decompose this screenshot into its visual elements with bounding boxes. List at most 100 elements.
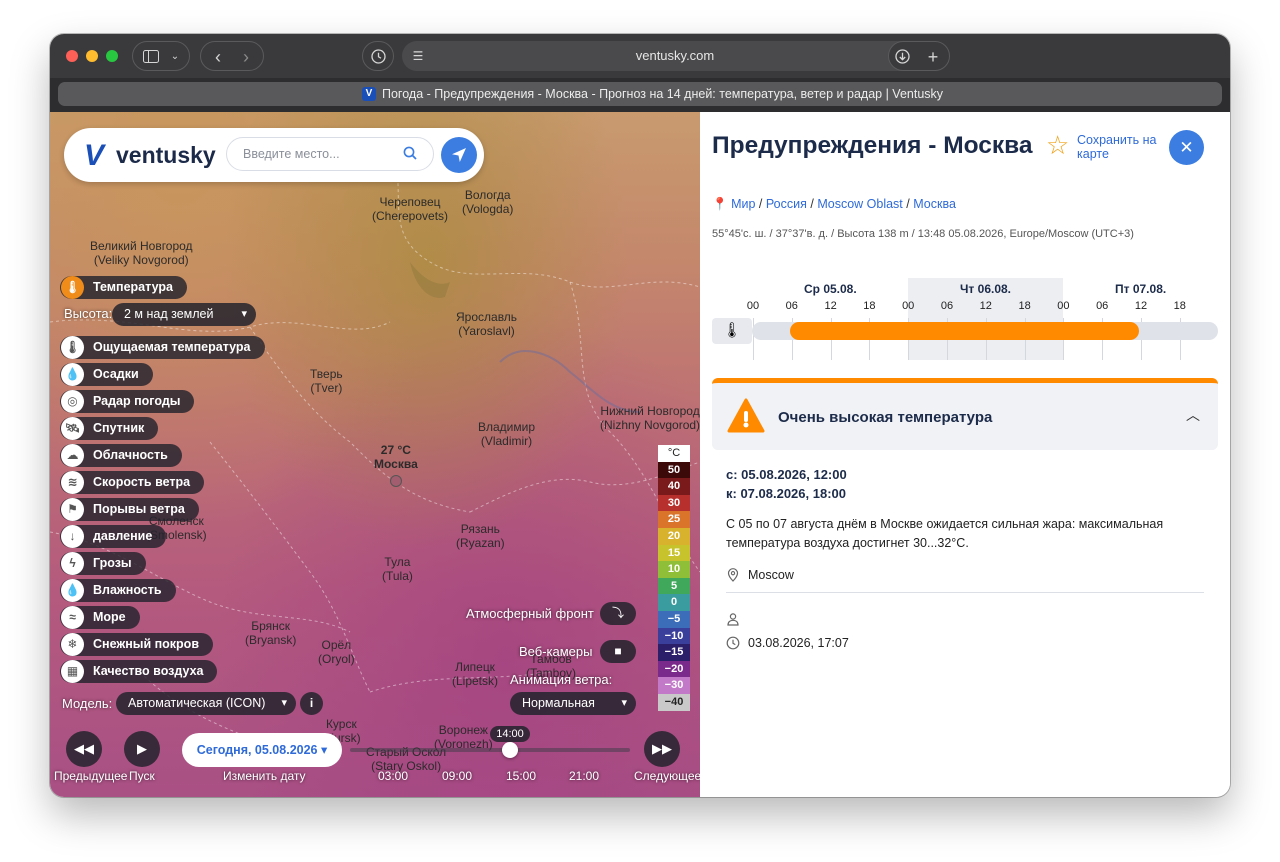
legend-step: −10 xyxy=(658,627,690,645)
layer-label: Температура xyxy=(93,280,173,294)
location-coordinates: 55°45'с. ш. / 37°37'в. д. / Высота 138 m… xyxy=(712,228,1134,240)
close-window-button[interactable] xyxy=(66,50,78,62)
layer-humidity[interactable]: 💧 Влажность xyxy=(60,579,176,602)
info-icon: i xyxy=(309,696,314,710)
time-tick: 03:00 xyxy=(378,769,409,783)
city-label: Ярославль (Yaroslavl) xyxy=(456,310,518,338)
back-button[interactable]: ‹ xyxy=(205,42,231,72)
location-pin-icon xyxy=(727,568,739,582)
model-info-button[interactable]: i xyxy=(300,692,323,715)
minimize-window-button[interactable] xyxy=(86,50,98,62)
satellite-icon: 🛰 xyxy=(61,417,84,440)
layer-satellite[interactable]: 🛰 Спутник xyxy=(60,417,159,440)
warning-period-bar[interactable] xyxy=(790,322,1139,340)
date-value: Сегодня, 05.08.2026 xyxy=(196,743,318,757)
hour-tick: 06 xyxy=(940,300,954,312)
star-icon[interactable]: ☆ xyxy=(1046,130,1069,161)
layer-label: Снежный покров xyxy=(93,637,200,651)
forward-button[interactable]: › xyxy=(233,42,259,72)
time-slider-track[interactable] xyxy=(350,748,630,752)
legend-step: −20 xyxy=(658,660,690,678)
layer-gust[interactable]: ⚑ Порывы ветра xyxy=(60,498,199,521)
layer-sea[interactable]: ≈ Море xyxy=(60,606,140,629)
history-button[interactable] xyxy=(362,41,394,71)
layer-wind[interactable]: ≋ Скорость ветра xyxy=(60,471,205,494)
time-tick: 21:00 xyxy=(569,769,600,783)
warning-from: с: 05.08.2026, 12:00 xyxy=(726,467,847,482)
clock-icon xyxy=(726,636,740,650)
date-button[interactable]: Сегодня, 05.08.2026 ▾ xyxy=(182,733,342,767)
logo-text: ventusky xyxy=(116,142,216,168)
play-button[interactable]: ▶ xyxy=(124,731,160,767)
wind-animation-select[interactable]: Нормальная ▾ xyxy=(510,692,636,715)
layer-snow[interactable]: ❄ Снежный покров xyxy=(60,633,214,656)
next-button[interactable]: ▶▶ xyxy=(644,731,680,767)
sea-icon: ≈ xyxy=(61,606,84,629)
warning-header[interactable]: Очень высокая температура ︿ xyxy=(712,378,1218,450)
time-slider-handle[interactable] xyxy=(502,742,518,758)
page-title: Предупреждения - Москва xyxy=(712,132,1033,159)
breadcrumb-item[interactable]: Moscow Oblast xyxy=(817,197,902,211)
layer-label: Качество воздуха xyxy=(93,664,204,678)
address-bar[interactable]: ☰ ventusky.com 文 ↻ xyxy=(402,41,948,71)
layer-air-quality[interactable]: ▦ Качество воздуха xyxy=(60,660,218,683)
city-label: Орёл (Oryol) xyxy=(318,638,355,666)
breadcrumb-item[interactable]: Россия xyxy=(766,197,807,211)
layer-label: Спутник xyxy=(93,421,145,435)
thunder-icon: ϟ xyxy=(61,552,84,575)
legend-step: 15 xyxy=(658,544,690,562)
thermometer-icon: 🌡 xyxy=(712,318,752,344)
layer-cloud[interactable]: ☁ Облачность xyxy=(60,444,182,467)
city-label: Рязань (Ryazan) xyxy=(456,522,505,550)
radar-icon: ◎ xyxy=(61,390,84,413)
browser-toolbar: ⌄ ‹ › ☰ ventusky.com 文 ↻ + xyxy=(50,34,1230,78)
city-label: Тула (Tula) xyxy=(382,555,413,583)
height-label: Высота: xyxy=(64,306,113,321)
search-icon[interactable] xyxy=(403,146,417,160)
webcams-toggle[interactable]: ■ xyxy=(600,640,636,663)
pressure-icon: ↓ xyxy=(61,525,84,548)
tab-bar: V Погода - Предупреждения - Москва - Про… xyxy=(50,78,1230,112)
model-label: Модель: xyxy=(62,696,113,711)
wind-animation-label: Анимация ветра: xyxy=(510,672,613,687)
feels-like-icon: 🌡 xyxy=(61,336,84,359)
weather-map[interactable]: Великий Новгород (Veliky Novgorod) Черепо… xyxy=(50,112,700,797)
height-value: 2 м над землей xyxy=(124,307,214,321)
layer-radar[interactable]: ◎ Радар погоды xyxy=(60,390,195,413)
sidebar-toggle-button[interactable]: ⌄ xyxy=(132,41,190,71)
height-select[interactable]: 2 м над землей ▾ xyxy=(112,303,256,326)
locate-button[interactable] xyxy=(441,137,477,173)
fast-forward-icon: ▶▶ xyxy=(652,741,672,756)
air-quality-icon: ▦ xyxy=(61,660,84,683)
city-label: Владимир (Vladimir) xyxy=(478,420,536,448)
download-icon[interactable] xyxy=(895,49,910,64)
layer-feels-like[interactable]: 🌡 Ощущаемая температура xyxy=(60,336,265,359)
moscow-marker[interactable]: 27 °C Москва xyxy=(374,443,418,487)
active-tab[interactable]: V Погода - Предупреждения - Москва - Про… xyxy=(58,82,1222,106)
layer-temperature[interactable]: 🌡 Температура xyxy=(60,276,187,299)
legend-step: −30 xyxy=(658,677,690,694)
new-tab-icon[interactable]: + xyxy=(923,42,943,72)
model-select[interactable]: Автоматическая (ICON) ▾ xyxy=(116,692,296,715)
legend-step: 5 xyxy=(658,577,690,595)
layer-precipitation[interactable]: 💧 Осадки xyxy=(60,363,153,386)
breadcrumb-item[interactable]: Мир xyxy=(731,197,755,211)
layer-label: Влажность xyxy=(93,583,162,597)
previous-button[interactable]: ◀◀ xyxy=(66,731,102,767)
chevron-down-icon: ▾ xyxy=(320,743,328,757)
play-icon: ▶ xyxy=(137,741,147,756)
chevron-up-icon[interactable]: ︿ xyxy=(1186,405,1200,425)
close-panel-button[interactable]: ✕ xyxy=(1169,130,1204,165)
save-to-map-link[interactable]: Сохранить на карте xyxy=(1077,133,1156,161)
close-icon: ✕ xyxy=(1179,138,1194,157)
front-toggle[interactable]: ⤵ xyxy=(600,602,636,625)
layer-label: давление xyxy=(93,529,153,543)
city-label: Липецк (Lipetsk) xyxy=(452,660,499,688)
layer-pressure[interactable]: ↓ давление xyxy=(60,525,167,548)
maximize-window-button[interactable] xyxy=(106,50,118,62)
history-nav: ‹ › xyxy=(200,41,264,71)
warnings-panel: Предупреждения - Москва ☆ Сохранить на ка… xyxy=(700,112,1230,797)
layer-thunder[interactable]: ϟ Грозы xyxy=(60,552,146,575)
breadcrumb-item[interactable]: Москва xyxy=(913,197,956,211)
legend-step: 0 xyxy=(658,594,690,611)
